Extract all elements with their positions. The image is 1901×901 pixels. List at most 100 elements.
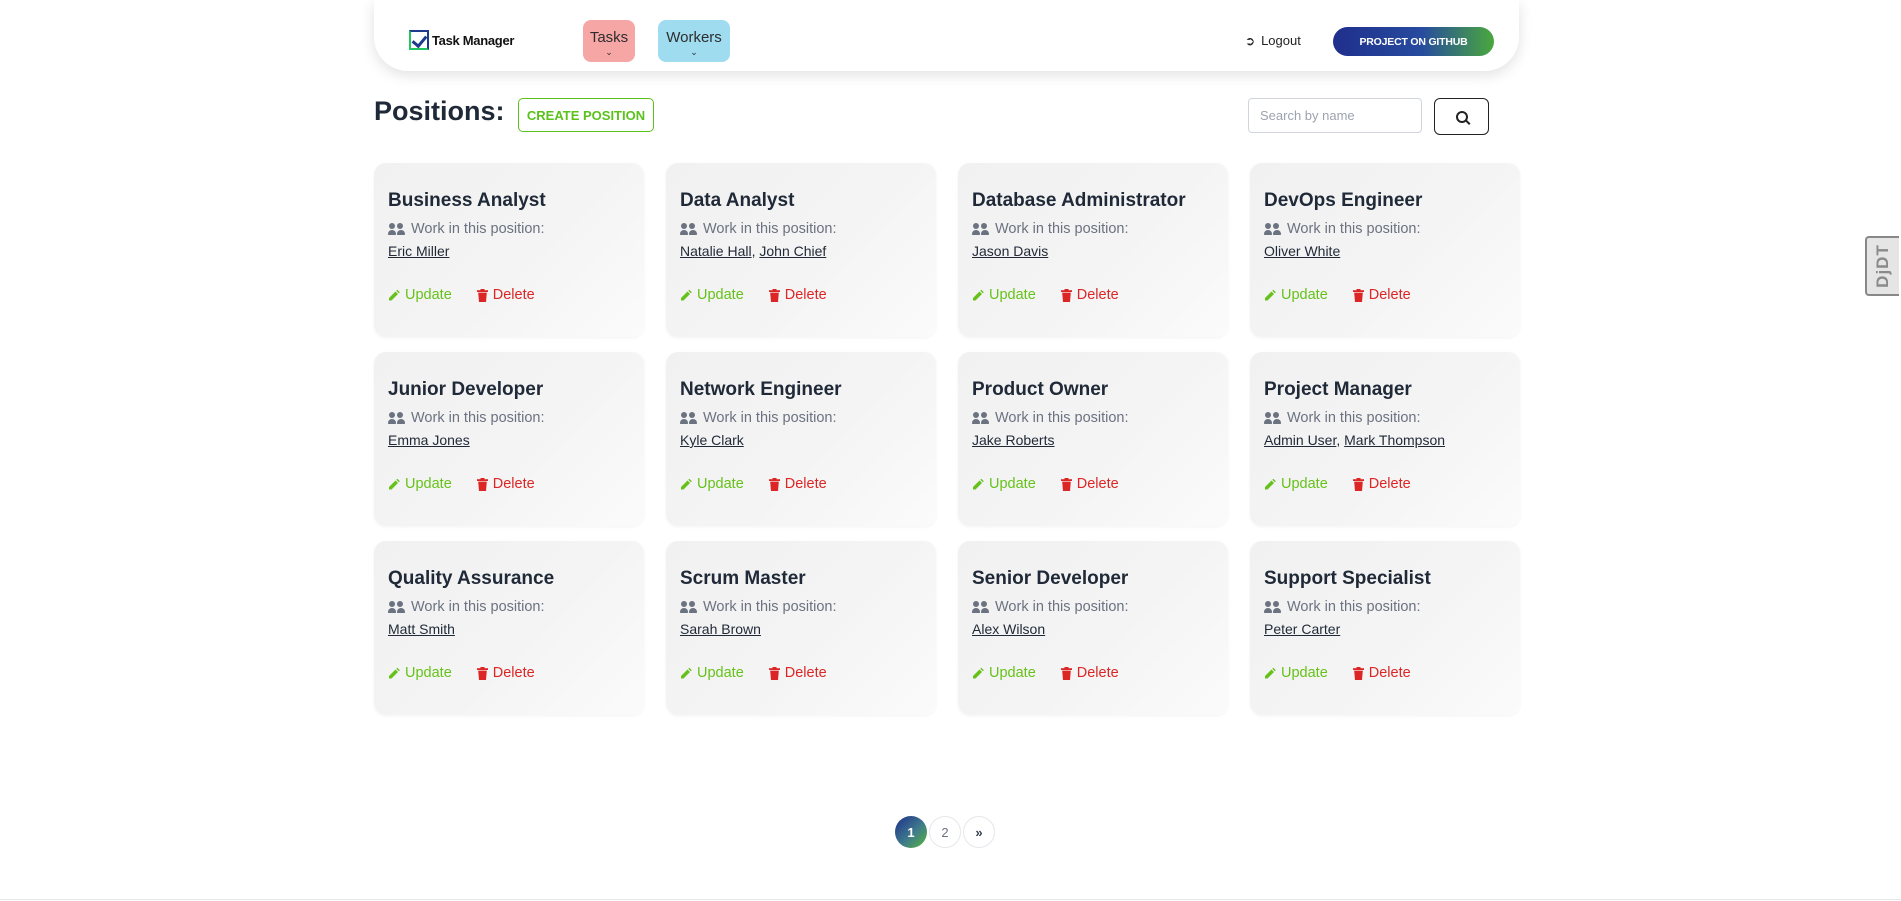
position-title[interactable]: Quality Assurance <box>388 568 630 590</box>
trash-icon <box>476 288 488 302</box>
position-title[interactable]: Scrum Master <box>680 568 922 590</box>
users-icon <box>388 412 406 424</box>
position-title[interactable]: Junior Developer <box>388 379 630 401</box>
worker-link[interactable]: Natalie Hall <box>680 243 752 259</box>
brand-link[interactable]: Task Manager <box>409 30 514 50</box>
card-actions: Update Delete <box>388 476 630 492</box>
delete-label: Delete <box>1076 476 1119 492</box>
create-position-button[interactable]: CREATE POSITION <box>518 98 654 132</box>
delete-label: Delete <box>1368 476 1411 492</box>
update-button[interactable]: Update <box>388 476 452 492</box>
delete-button[interactable]: Delete <box>768 287 827 303</box>
delete-button[interactable]: Delete <box>1352 287 1411 303</box>
update-label: Update <box>1281 476 1328 492</box>
position-title[interactable]: Data Analyst <box>680 190 922 212</box>
position-card: Network Engineer Work in this position: … <box>666 352 936 526</box>
update-button[interactable]: Update <box>972 476 1036 492</box>
delete-button[interactable]: Delete <box>1060 287 1119 303</box>
worker-link[interactable]: Jake Roberts <box>972 432 1054 448</box>
update-button[interactable]: Update <box>680 287 744 303</box>
position-title[interactable]: Support Specialist <box>1264 568 1506 590</box>
work-label-text: Work in this position: <box>1287 410 1421 426</box>
nav-tasks-dropdown[interactable]: Tasks ⌄ <box>583 20 635 62</box>
worker-link[interactable]: Jason Davis <box>972 243 1048 259</box>
update-button[interactable]: Update <box>680 665 744 681</box>
worker-link[interactable]: Kyle Clark <box>680 432 744 448</box>
delete-button[interactable]: Delete <box>476 476 535 492</box>
position-title[interactable]: Senior Developer <box>972 568 1214 590</box>
delete-label: Delete <box>1368 665 1411 681</box>
card-actions: Update Delete <box>680 287 922 303</box>
debug-toolbar-toggle[interactable]: DjDT <box>1865 236 1899 296</box>
update-label: Update <box>1281 287 1328 303</box>
page-1-button[interactable]: 1 <box>895 816 927 848</box>
nav-workers-label: Workers <box>666 29 722 46</box>
delete-button[interactable]: Delete <box>768 665 827 681</box>
pencil-icon <box>972 289 984 301</box>
github-button[interactable]: PROJECT ON GITHUB <box>1333 27 1494 56</box>
pencil-icon <box>388 478 400 490</box>
position-title[interactable]: Network Engineer <box>680 379 922 401</box>
search-button[interactable] <box>1434 98 1489 135</box>
logout-label: Logout <box>1261 33 1301 48</box>
position-title[interactable]: Database Administrator <box>972 190 1214 212</box>
update-button[interactable]: Update <box>1264 476 1328 492</box>
nav-workers-dropdown[interactable]: Workers ⌄ <box>658 20 730 62</box>
worker-link[interactable]: Sarah Brown <box>680 621 761 637</box>
delete-button[interactable]: Delete <box>1060 665 1119 681</box>
update-button[interactable]: Update <box>972 665 1036 681</box>
update-label: Update <box>989 665 1036 681</box>
delete-button[interactable]: Delete <box>476 665 535 681</box>
search-input[interactable] <box>1248 98 1422 133</box>
worker-link[interactable]: Matt Smith <box>388 621 455 637</box>
logout-link[interactable]: ➲ Logout <box>1245 33 1301 48</box>
position-card: Business Analyst Work in this position: … <box>374 163 644 337</box>
update-button[interactable]: Update <box>388 665 452 681</box>
work-label-text: Work in this position: <box>1287 221 1421 237</box>
position-title[interactable]: Business Analyst <box>388 190 630 212</box>
worker-link[interactable]: Emma Jones <box>388 432 470 448</box>
users-icon <box>1264 601 1282 613</box>
position-title[interactable]: DevOps Engineer <box>1264 190 1506 212</box>
workers-list: Emma Jones <box>388 432 630 450</box>
next-page-button[interactable]: » <box>963 816 995 848</box>
worker-link[interactable]: John Chief <box>759 243 826 259</box>
delete-label: Delete <box>1076 287 1119 303</box>
worker-link[interactable]: Admin User <box>1264 432 1336 448</box>
card-actions: Update Delete <box>1264 287 1506 303</box>
update-button[interactable]: Update <box>680 476 744 492</box>
position-card: Project Manager Work in this position: A… <box>1250 352 1520 526</box>
position-card: Quality Assurance Work in this position:… <box>374 541 644 715</box>
update-button[interactable]: Update <box>1264 665 1328 681</box>
delete-button[interactable]: Delete <box>1352 665 1411 681</box>
worker-link[interactable]: Eric Miller <box>388 243 449 259</box>
work-in-position-label: Work in this position: <box>388 221 630 237</box>
update-label: Update <box>697 665 744 681</box>
work-in-position-label: Work in this position: <box>388 410 630 426</box>
worker-link[interactable]: Alex Wilson <box>972 621 1045 637</box>
delete-button[interactable]: Delete <box>768 476 827 492</box>
work-in-position-label: Work in this position: <box>680 221 922 237</box>
page-2-button[interactable]: 2 <box>929 816 961 848</box>
delete-button[interactable]: Delete <box>1352 476 1411 492</box>
delete-button[interactable]: Delete <box>476 287 535 303</box>
work-in-position-label: Work in this position: <box>1264 599 1506 615</box>
workers-list: Eric Miller <box>388 243 630 261</box>
update-label: Update <box>697 476 744 492</box>
worker-link[interactable]: Peter Carter <box>1264 621 1340 637</box>
position-title[interactable]: Project Manager <box>1264 379 1506 401</box>
worker-link[interactable]: Mark Thompson <box>1344 432 1445 448</box>
users-icon <box>972 412 990 424</box>
update-button[interactable]: Update <box>1264 287 1328 303</box>
pencil-icon <box>388 289 400 301</box>
trash-icon <box>476 477 488 491</box>
users-icon <box>680 412 698 424</box>
worker-link[interactable]: Oliver White <box>1264 243 1340 259</box>
delete-button[interactable]: Delete <box>1060 476 1119 492</box>
workers-list: Matt Smith <box>388 621 630 639</box>
position-card: DevOps Engineer Work in this position: O… <box>1250 163 1520 337</box>
position-title[interactable]: Product Owner <box>972 379 1214 401</box>
update-button[interactable]: Update <box>972 287 1036 303</box>
card-actions: Update Delete <box>972 476 1214 492</box>
update-button[interactable]: Update <box>388 287 452 303</box>
